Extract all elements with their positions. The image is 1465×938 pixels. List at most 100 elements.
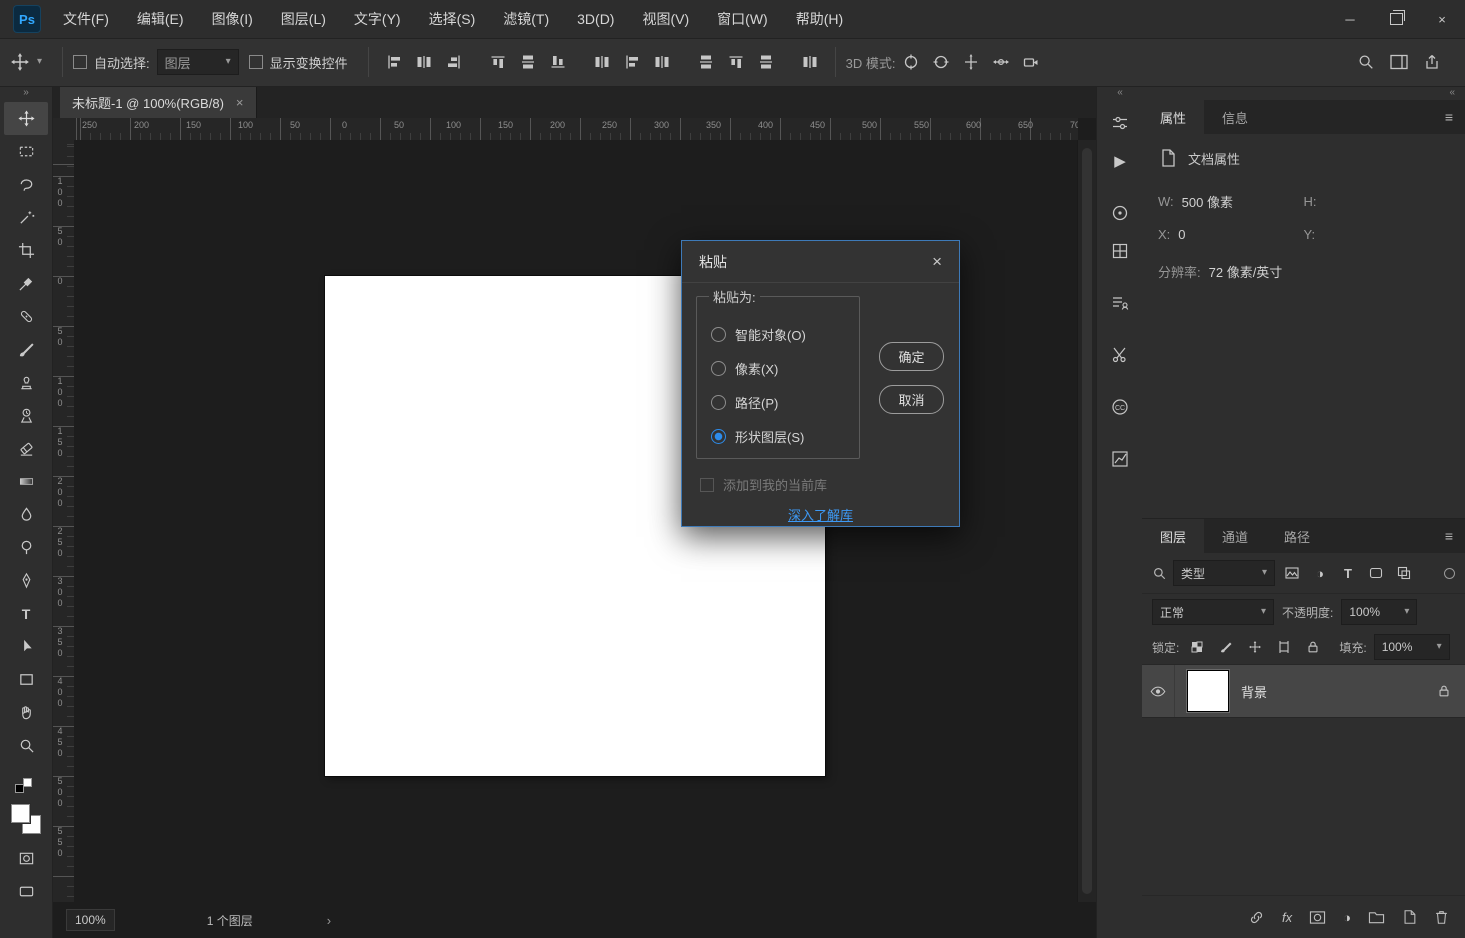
swatches-panel-button[interactable] [1102, 234, 1138, 268]
type-tool[interactable]: T [4, 597, 48, 630]
share-button[interactable] [1423, 53, 1441, 71]
auto-select-target-dropdown[interactable]: 图层 ▾ [157, 49, 239, 75]
menu-item[interactable]: 编辑(E) [123, 0, 198, 38]
tab-channels[interactable]: 通道 [1204, 519, 1266, 553]
brush-tool[interactable] [4, 333, 48, 366]
radio-shape-layer[interactable]: 形状图层(S) [711, 427, 847, 446]
align-left-edges-button[interactable] [483, 48, 513, 76]
path-selection-tool[interactable] [4, 630, 48, 663]
learn-more-link[interactable]: 深入了解库 [696, 505, 945, 524]
menu-item[interactable]: 滤镜(T) [489, 0, 563, 38]
fill-dropdown[interactable]: 100% ▾ [1374, 634, 1450, 660]
blur-tool[interactable] [4, 498, 48, 531]
filter-toggle-button[interactable] [1444, 568, 1455, 579]
foreground-color-swatch[interactable] [11, 804, 30, 823]
auto-select-checkbox[interactable] [73, 55, 87, 69]
new-layer-button[interactable] [1402, 909, 1417, 925]
3d-roll-button[interactable] [926, 48, 956, 76]
3d-rotate-button[interactable] [896, 48, 926, 76]
delete-layer-button[interactable] [1434, 909, 1449, 925]
rectangular-marquee-tool[interactable] [4, 135, 48, 168]
add-layer-mask-button[interactable] [1309, 910, 1326, 925]
pixel-filter-button[interactable] [1281, 562, 1303, 584]
align-bottom-edges-button[interactable] [439, 48, 469, 76]
vertical-scrollbar[interactable] [1077, 140, 1096, 902]
layer-row-background[interactable]: 背景 [1142, 665, 1465, 718]
brush-settings-panel-button[interactable] [1102, 106, 1138, 140]
tool-preset[interactable]: ▾ [10, 52, 42, 72]
actions-panel-button[interactable]: ▶ [1102, 144, 1138, 178]
ruler-origin-corner[interactable] [52, 118, 75, 141]
lock-artboard-button[interactable] [1273, 636, 1295, 658]
collapse-panels-button[interactable]: « [1142, 86, 1465, 100]
menu-item[interactable]: 3D(D) [563, 0, 628, 38]
quick-selection-tool[interactable] [4, 201, 48, 234]
shape-filter-button[interactable] [1365, 562, 1387, 584]
lock-position-button[interactable] [1244, 636, 1266, 658]
menu-item[interactable]: 视图(V) [628, 0, 703, 38]
adjustment-filter-button[interactable]: ◑ [1309, 562, 1331, 584]
close-button[interactable]: × [1419, 0, 1465, 38]
distribute-right-edges-button[interactable] [751, 48, 781, 76]
screen-mode-button[interactable] [4, 875, 48, 908]
add-to-library-checkbox[interactable] [700, 478, 714, 492]
rectangle-tool[interactable] [4, 663, 48, 696]
blend-mode-dropdown[interactable]: 正常 ▾ [1152, 599, 1274, 625]
layer-thumbnail[interactable] [1187, 670, 1229, 712]
color-panel-button[interactable] [1102, 196, 1138, 230]
zoom-level-field[interactable]: 100% [66, 909, 115, 931]
show-transform-checkbox[interactable] [249, 55, 263, 69]
workspace-switcher-button[interactable] [1389, 53, 1409, 71]
tab-properties[interactable]: 属性 [1142, 100, 1204, 134]
type-filter-button[interactable]: T [1337, 562, 1359, 584]
crop-tool[interactable] [4, 234, 48, 267]
align-horizontal-centers-button[interactable] [513, 48, 543, 76]
eraser-tool[interactable] [4, 432, 48, 465]
document-tab[interactable]: 未标题-1 @ 100%(RGB/8) × [60, 86, 257, 118]
minimize-button[interactable]: ─ [1327, 0, 1373, 38]
3d-scale-button[interactable] [1016, 48, 1046, 76]
distribute-bottom-edges-button[interactable] [647, 48, 677, 76]
tab-close-icon[interactable]: × [236, 95, 244, 110]
menu-item[interactable]: 图层(L) [267, 0, 340, 38]
radio-path[interactable]: 路径(P) [711, 393, 847, 412]
libraries-panel-button[interactable]: CC [1102, 390, 1138, 424]
lock-all-button[interactable] [1302, 636, 1324, 658]
search-button[interactable] [1357, 53, 1375, 71]
cancel-button[interactable]: 取消 [879, 385, 944, 414]
gradient-tool[interactable] [4, 465, 48, 498]
lasso-tool[interactable] [4, 168, 48, 201]
3d-pan-button[interactable] [956, 48, 986, 76]
layer-visibility-toggle[interactable] [1142, 665, 1175, 717]
zoom-tool[interactable] [4, 729, 48, 762]
3d-slide-button[interactable] [986, 48, 1016, 76]
link-layers-button[interactable] [1248, 909, 1265, 926]
radio-icon-selected[interactable] [711, 429, 726, 444]
maximize-button[interactable] [1373, 0, 1419, 38]
hand-tool[interactable] [4, 696, 48, 729]
dodge-tool[interactable] [4, 531, 48, 564]
tab-layers[interactable]: 图层 [1142, 519, 1204, 553]
filter-type-dropdown[interactable]: 类型 ▾ [1173, 560, 1275, 586]
eyedropper-tool[interactable] [4, 267, 48, 300]
layer-style-button[interactable]: fx [1282, 910, 1292, 925]
clone-stamp-tool[interactable] [4, 366, 48, 399]
radio-icon[interactable] [711, 361, 726, 376]
adjustments-panel-button[interactable] [1102, 442, 1138, 476]
default-colors-button[interactable] [15, 778, 37, 794]
menu-item[interactable]: 帮助(H) [782, 0, 857, 38]
resolution-value[interactable]: 72 像素/英寸 [1209, 262, 1283, 281]
radio-pixels[interactable]: 像素(X) [711, 359, 847, 378]
smart-object-filter-button[interactable] [1393, 562, 1415, 584]
tool-presets-panel-button[interactable] [1102, 338, 1138, 372]
tab-info[interactable]: 信息 [1204, 100, 1266, 134]
character-styles-panel-button[interactable] [1102, 286, 1138, 320]
history-brush-tool[interactable] [4, 399, 48, 432]
distribute-vertical-centers-button[interactable] [617, 48, 647, 76]
distribute-spacing-button[interactable] [795, 48, 825, 76]
ok-button[interactable]: 确定 [879, 342, 944, 371]
expand-panels-button[interactable]: « [1097, 86, 1143, 102]
distribute-left-edges-button[interactable] [691, 48, 721, 76]
align-top-edges-button[interactable] [379, 48, 409, 76]
new-group-button[interactable] [1368, 910, 1385, 925]
